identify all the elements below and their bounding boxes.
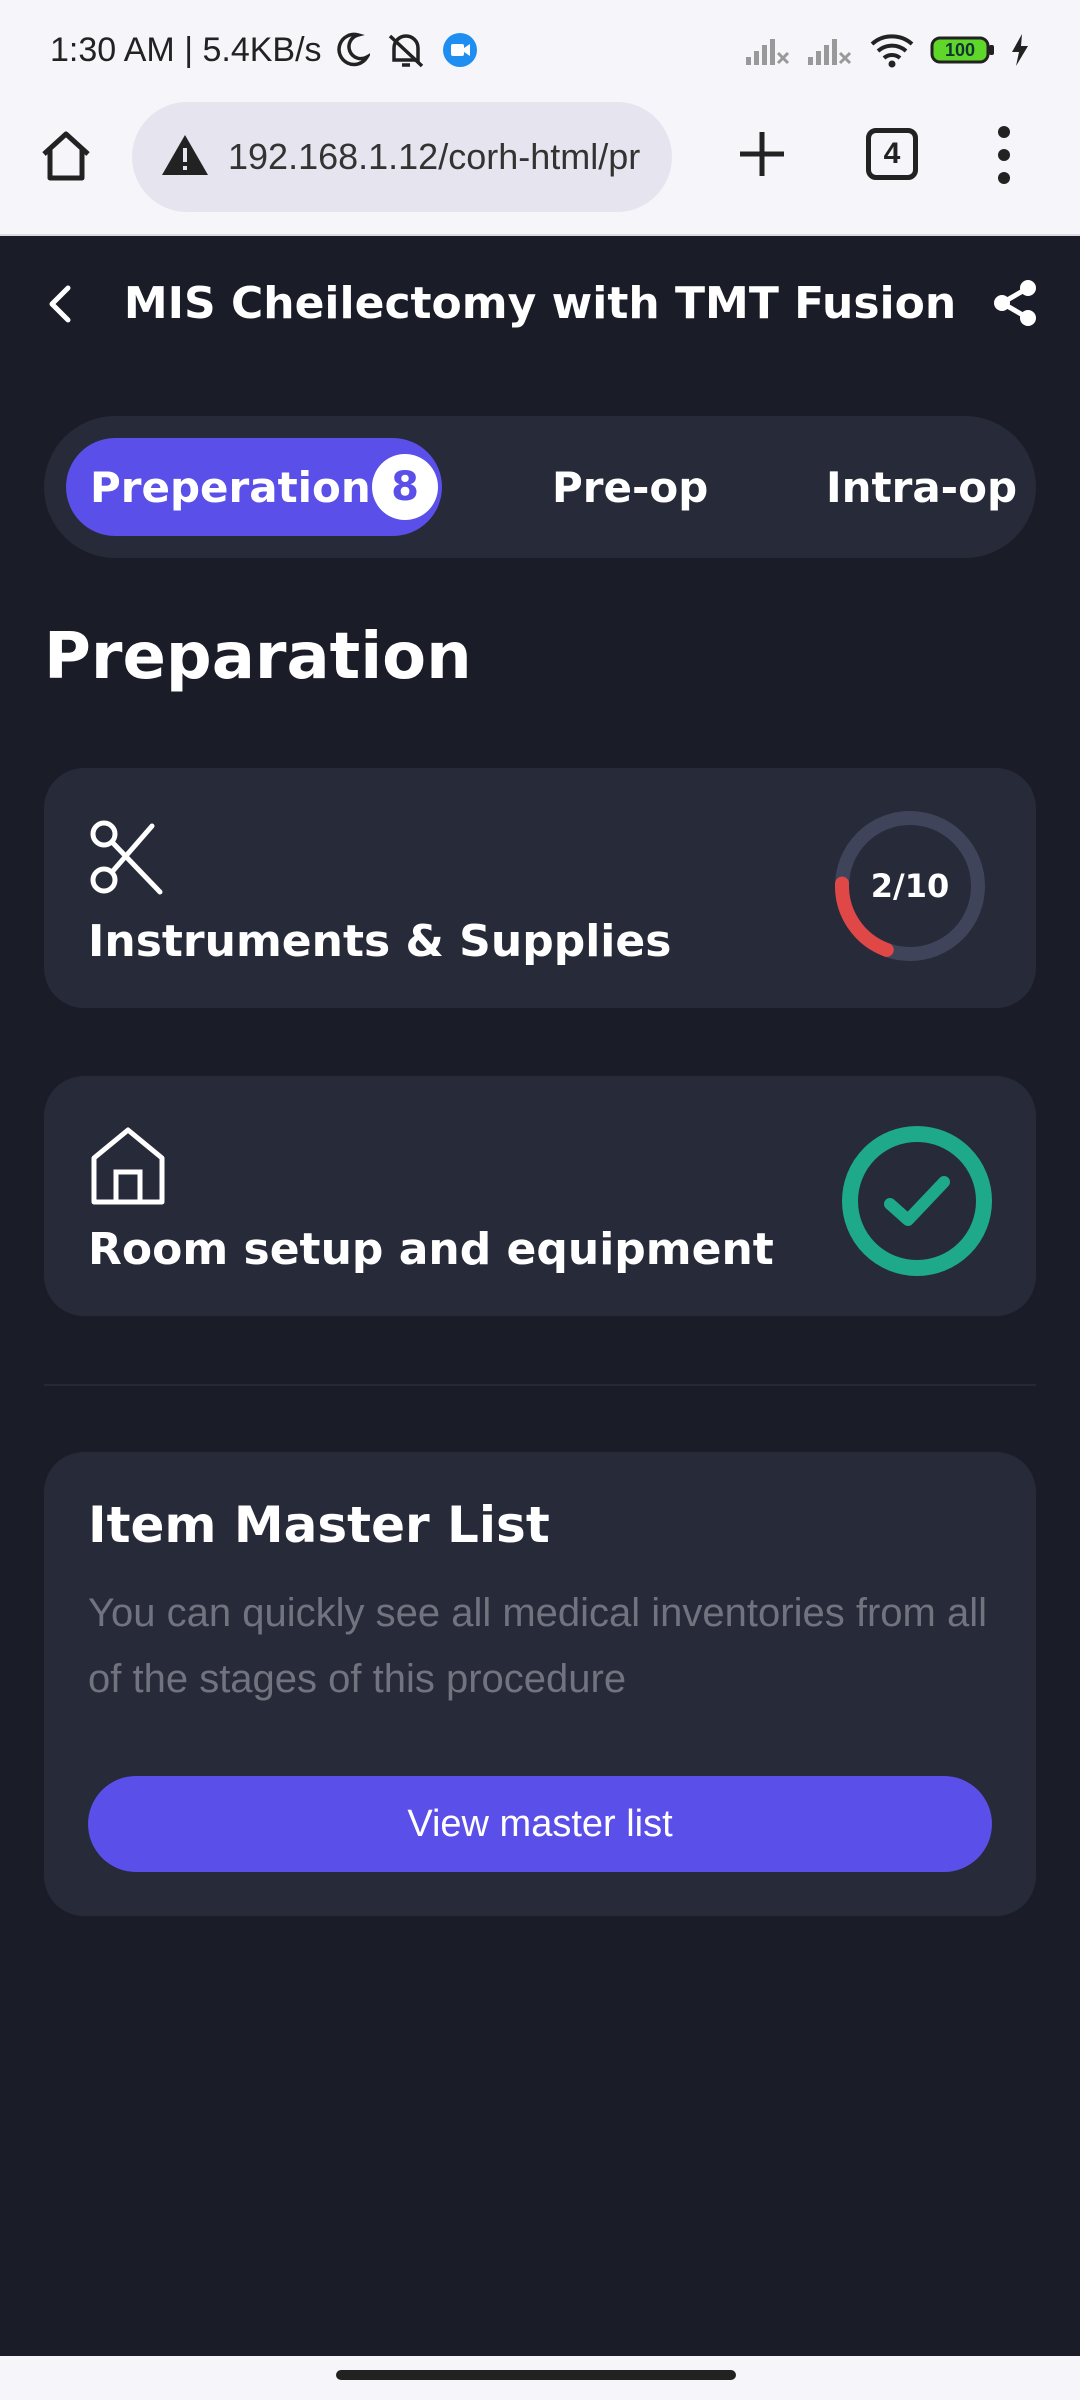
count-badge: 8 bbox=[372, 454, 438, 520]
chevron-left-icon bbox=[49, 285, 71, 323]
warning-icon bbox=[160, 133, 210, 181]
card-label: Room setup and equipment bbox=[88, 1224, 774, 1275]
url-text: 192.168.1.12/corh-html/pr bbox=[228, 136, 641, 177]
wifi-icon bbox=[868, 32, 916, 68]
instruments-card[interactable]: Instruments & Supplies 2/10 bbox=[44, 768, 1036, 1008]
status-icons-left bbox=[336, 30, 478, 70]
browser-menu-button[interactable] bbox=[986, 122, 1022, 188]
notifications-off-icon bbox=[384, 30, 428, 70]
tab-label: Pre-op bbox=[552, 462, 709, 512]
tab-label: Preperation bbox=[90, 462, 371, 512]
share-icon bbox=[994, 280, 1036, 326]
status-bar: 1:30 AM | 5.4KB/s 100 bbox=[0, 0, 1080, 100]
battery-level: 100 bbox=[944, 39, 976, 60]
stage-tabs: Preperation 8 Pre-op Intra-op bbox=[44, 416, 1036, 558]
gesture-nav-bar bbox=[0, 2356, 1080, 2400]
charging-icon bbox=[1010, 33, 1030, 67]
page-title: MIS Cheilectomy with TMT Fusion bbox=[123, 277, 957, 329]
tab-switcher-button[interactable]: 4 bbox=[866, 128, 918, 180]
master-list-title: Item Master List bbox=[88, 1496, 550, 1554]
back-button[interactable] bbox=[40, 280, 80, 328]
scissors-icon bbox=[88, 816, 168, 900]
house-icon bbox=[88, 1124, 168, 1208]
view-master-list-button[interactable]: View master list bbox=[88, 1776, 992, 1872]
status-time: 1:30 AM | 5.4KB/s bbox=[50, 30, 322, 69]
tab-intra-op[interactable]: Intra-op bbox=[826, 438, 1017, 536]
app-header: MIS Cheilectomy with TMT Fusion bbox=[0, 238, 1080, 368]
signal-x-icon bbox=[806, 33, 854, 67]
home-button[interactable] bbox=[36, 126, 96, 186]
progress-count: 2/10 bbox=[870, 867, 950, 905]
signal-x-icon bbox=[744, 33, 792, 67]
divider bbox=[44, 1384, 1036, 1386]
tab-preparation[interactable]: Preperation 8 bbox=[66, 438, 442, 536]
complete-check-icon bbox=[842, 1126, 992, 1276]
browser-toolbar: 192.168.1.12/corh-html/pr 4 bbox=[0, 100, 1080, 236]
room-setup-card[interactable]: Room setup and equipment bbox=[44, 1076, 1036, 1316]
plus-icon bbox=[740, 132, 784, 176]
home-gesture-handle[interactable] bbox=[336, 2370, 736, 2380]
battery-icon: 100 bbox=[930, 35, 996, 65]
master-list-card: Item Master List You can quickly see all… bbox=[44, 1452, 1036, 1916]
card-label: Instruments & Supplies bbox=[88, 916, 672, 967]
section-title: Preparation bbox=[44, 620, 472, 694]
more-vert-icon bbox=[998, 126, 1010, 184]
master-list-description: You can quickly see all medical inventor… bbox=[88, 1591, 987, 1701]
tab-label: Intra-op bbox=[826, 462, 1018, 512]
video-call-icon bbox=[442, 32, 478, 68]
new-tab-button[interactable] bbox=[730, 122, 794, 186]
address-bar[interactable]: 192.168.1.12/corh-html/pr bbox=[132, 102, 672, 212]
moon-icon bbox=[336, 32, 370, 68]
tab-pre-op[interactable]: Pre-op bbox=[552, 438, 708, 536]
share-button[interactable] bbox=[990, 278, 1040, 328]
home-icon bbox=[42, 131, 90, 181]
status-icons-right: 100 bbox=[744, 32, 1030, 68]
